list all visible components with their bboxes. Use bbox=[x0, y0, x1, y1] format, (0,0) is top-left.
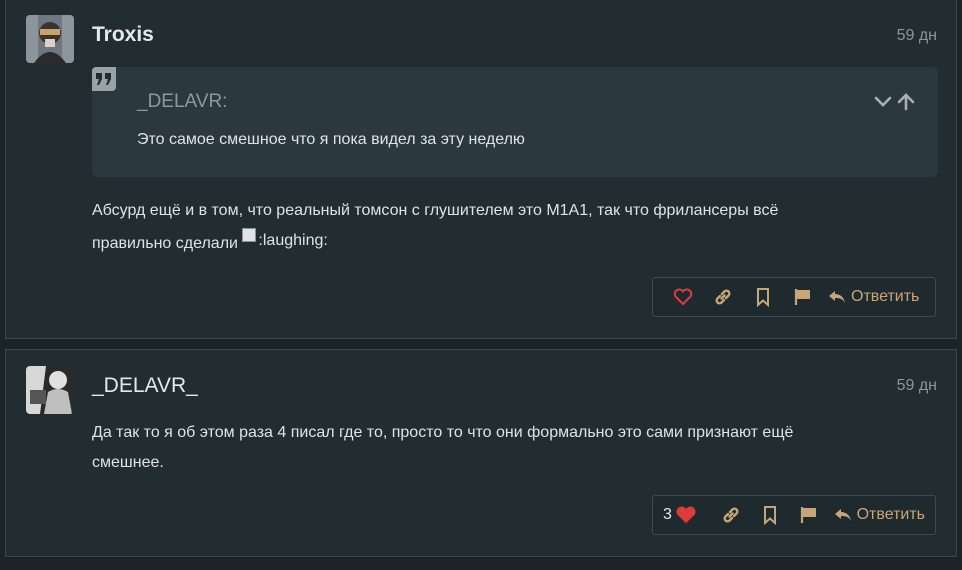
smiley-image: :laughing: bbox=[242, 226, 328, 256]
reply-arrow-icon bbox=[829, 291, 845, 303]
like-count: 3 bbox=[663, 506, 672, 523]
avatar[interactable] bbox=[26, 15, 74, 63]
post-body: Абсурд ещё и в том, что реальный томсон … bbox=[92, 196, 912, 259]
flag-icon bbox=[801, 507, 817, 523]
bookmark-icon bbox=[764, 506, 777, 525]
post-time[interactable]: 59 дн bbox=[897, 377, 937, 395]
smiley-alt-text: :laughing: bbox=[258, 232, 328, 249]
post-body: Да так то я об этом раза 4 писал где то,… bbox=[92, 418, 912, 478]
reply-label: Ответить bbox=[851, 288, 920, 305]
link-icon bbox=[723, 507, 739, 523]
post-body-line: правильно сделали :laughing: bbox=[92, 226, 912, 259]
heart-icon bbox=[673, 288, 693, 306]
reply-button[interactable]: Ответить bbox=[823, 288, 919, 306]
bookmark-button[interactable] bbox=[743, 278, 783, 316]
link-icon bbox=[715, 289, 731, 305]
comments-page: Troxis 59 дн _DELAVR: Это самое смешное … bbox=[0, 0, 962, 570]
report-button[interactable] bbox=[783, 278, 823, 316]
post-time[interactable]: 59 дн bbox=[897, 27, 937, 45]
quote-text: Это самое смешное что я пока видел за эт… bbox=[137, 131, 525, 148]
report-button[interactable] bbox=[790, 496, 829, 534]
broken-image-icon bbox=[242, 228, 257, 242]
flag-icon bbox=[794, 289, 810, 305]
reply-button[interactable]: Ответить bbox=[829, 506, 925, 524]
quote-icon bbox=[92, 67, 116, 91]
heart-icon bbox=[676, 506, 696, 524]
bookmark-icon bbox=[757, 288, 769, 307]
post-body-line: смешнее. bbox=[92, 454, 164, 471]
post-actions: Ответить bbox=[652, 277, 936, 317]
author-name[interactable]: _DELAVR_ bbox=[92, 374, 198, 398]
link-button[interactable] bbox=[703, 278, 743, 316]
chevron-down-icon[interactable] bbox=[874, 96, 892, 107]
quote-author[interactable]: _DELAVR: bbox=[137, 91, 227, 113]
avatar[interactable] bbox=[26, 366, 74, 414]
comment-post: Troxis 59 дн _DELAVR: Это самое смешное … bbox=[5, 0, 957, 339]
reply-label: Ответить bbox=[856, 506, 925, 523]
like-button[interactable]: 3 bbox=[663, 505, 712, 525]
quote-controls bbox=[874, 91, 920, 111]
arrow-up-icon[interactable] bbox=[897, 93, 915, 111]
link-button[interactable] bbox=[712, 496, 751, 534]
quote-block: _DELAVR: Это самое смешное что я пока ви… bbox=[92, 67, 938, 177]
post-body-text: правильно сделали bbox=[92, 235, 238, 252]
author-name[interactable]: Troxis bbox=[92, 23, 154, 47]
like-button[interactable] bbox=[663, 278, 703, 316]
post-body-line: Да так то я об этом раза 4 писал где то,… bbox=[92, 424, 794, 441]
post-actions: 3 Ответить bbox=[652, 495, 936, 535]
comment-post: _DELAVR_ 59 дн Да так то я об этом раза … bbox=[5, 349, 957, 557]
reply-arrow-icon bbox=[834, 509, 851, 521]
bookmark-button[interactable] bbox=[751, 496, 790, 534]
post-body-line: Абсурд ещё и в том, что реальный томсон … bbox=[92, 202, 779, 219]
